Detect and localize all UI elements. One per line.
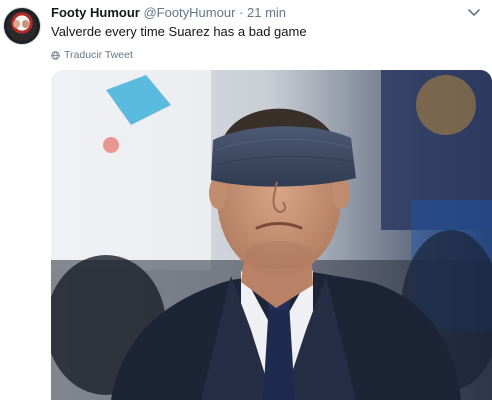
chevron-down-icon[interactable] bbox=[466, 6, 482, 20]
tweet-photo[interactable] bbox=[51, 70, 492, 400]
avatar-face bbox=[22, 20, 29, 28]
photo-image bbox=[51, 70, 492, 400]
author-name[interactable]: Footy Humour bbox=[51, 5, 140, 20]
avatar-face bbox=[13, 20, 20, 28]
tweet-header: Footy Humour @FootyHumour · 21 min bbox=[51, 5, 286, 20]
translate-link[interactable]: Traducir Tweet bbox=[51, 49, 133, 61]
tweet-card[interactable]: Footy Humour @FootyHumour · 21 min Valve… bbox=[0, 0, 492, 400]
translate-label[interactable]: Traducir Tweet bbox=[64, 49, 133, 61]
tweet-time[interactable]: 21 min bbox=[247, 5, 286, 20]
tweet-text: Valverde every time Suarez has a bad gam… bbox=[51, 24, 307, 39]
globe-icon bbox=[51, 50, 60, 60]
author-handle[interactable]: @FootyHumour bbox=[143, 5, 235, 20]
avatar[interactable] bbox=[3, 7, 41, 45]
separator: · bbox=[239, 5, 244, 20]
